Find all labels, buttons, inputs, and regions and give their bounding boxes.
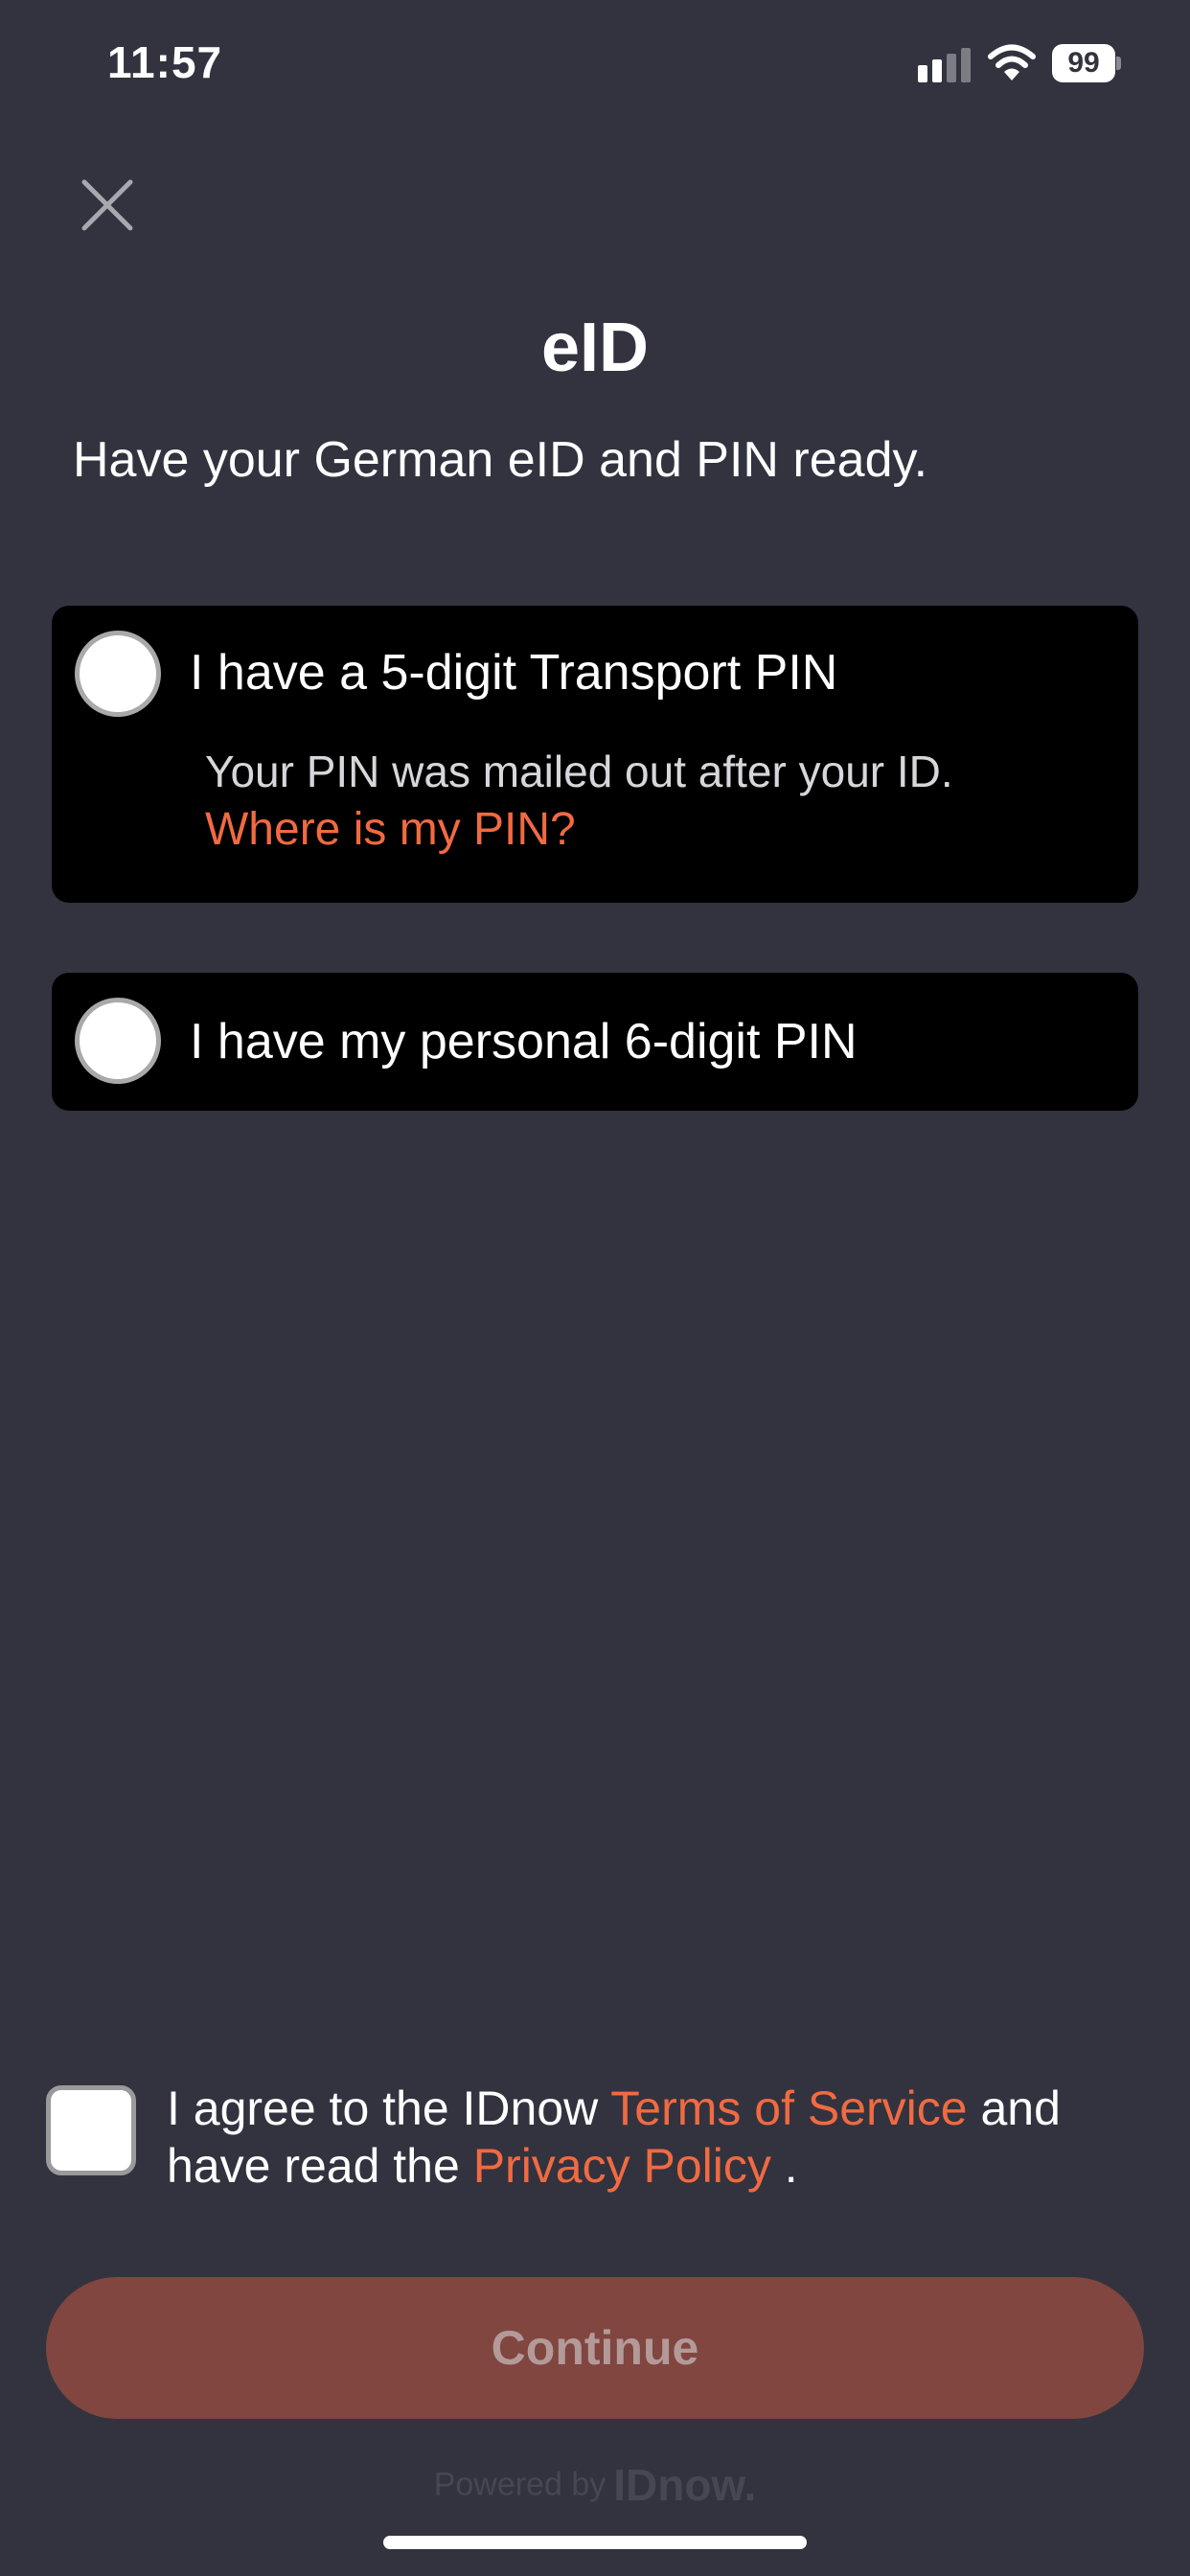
terms-of-service-link[interactable]: Terms of Service — [610, 2082, 967, 2135]
radio-button[interactable] — [75, 998, 161, 1084]
powered-by-footer: Powered by IDnow. — [0, 2459, 1190, 2511]
continue-button[interactable]: Continue — [46, 2277, 1144, 2419]
option-label: I have my personal 6-digit PIN — [190, 1014, 858, 1070]
home-indicator[interactable] — [383, 2536, 807, 2549]
option-transport-pin[interactable]: I have a 5-digit Transport PIN Your PIN … — [52, 606, 1138, 903]
instruction-text: Have your German eID and PIN ready. — [73, 432, 928, 488]
idnow-logo: IDnow. — [613, 2460, 757, 2510]
agree-checkbox[interactable] — [46, 2085, 136, 2175]
option-label: I have a 5-digit Transport PIN — [190, 645, 838, 701]
signal-icon — [918, 48, 971, 82]
continue-label: Continue — [491, 2321, 699, 2375]
agreement-row: I agree to the IDnow Terms of Service an… — [46, 2080, 1148, 2223]
powered-by-text: Powered by — [433, 2466, 606, 2503]
privacy-policy-link[interactable]: Privacy Policy — [473, 2139, 771, 2193]
close-icon[interactable] — [75, 172, 140, 238]
battery-level: 99 — [1052, 44, 1115, 82]
option-personal-pin[interactable]: I have my personal 6-digit PIN — [52, 973, 1138, 1111]
where-is-my-pin-link[interactable]: Where is my PIN? — [205, 803, 576, 856]
radio-button[interactable] — [75, 631, 161, 717]
option-description: Your PIN was mailed out after your ID. — [205, 747, 953, 796]
battery-icon: 99 — [1052, 44, 1121, 82]
page-title: eID — [540, 310, 650, 386]
status-bar: 11:57 99 — [0, 0, 1190, 134]
status-time: 11:57 — [107, 37, 223, 87]
agreement-text: I agree to the IDnow Terms of Service an… — [167, 2082, 1061, 2193]
wifi-icon — [988, 44, 1036, 80]
